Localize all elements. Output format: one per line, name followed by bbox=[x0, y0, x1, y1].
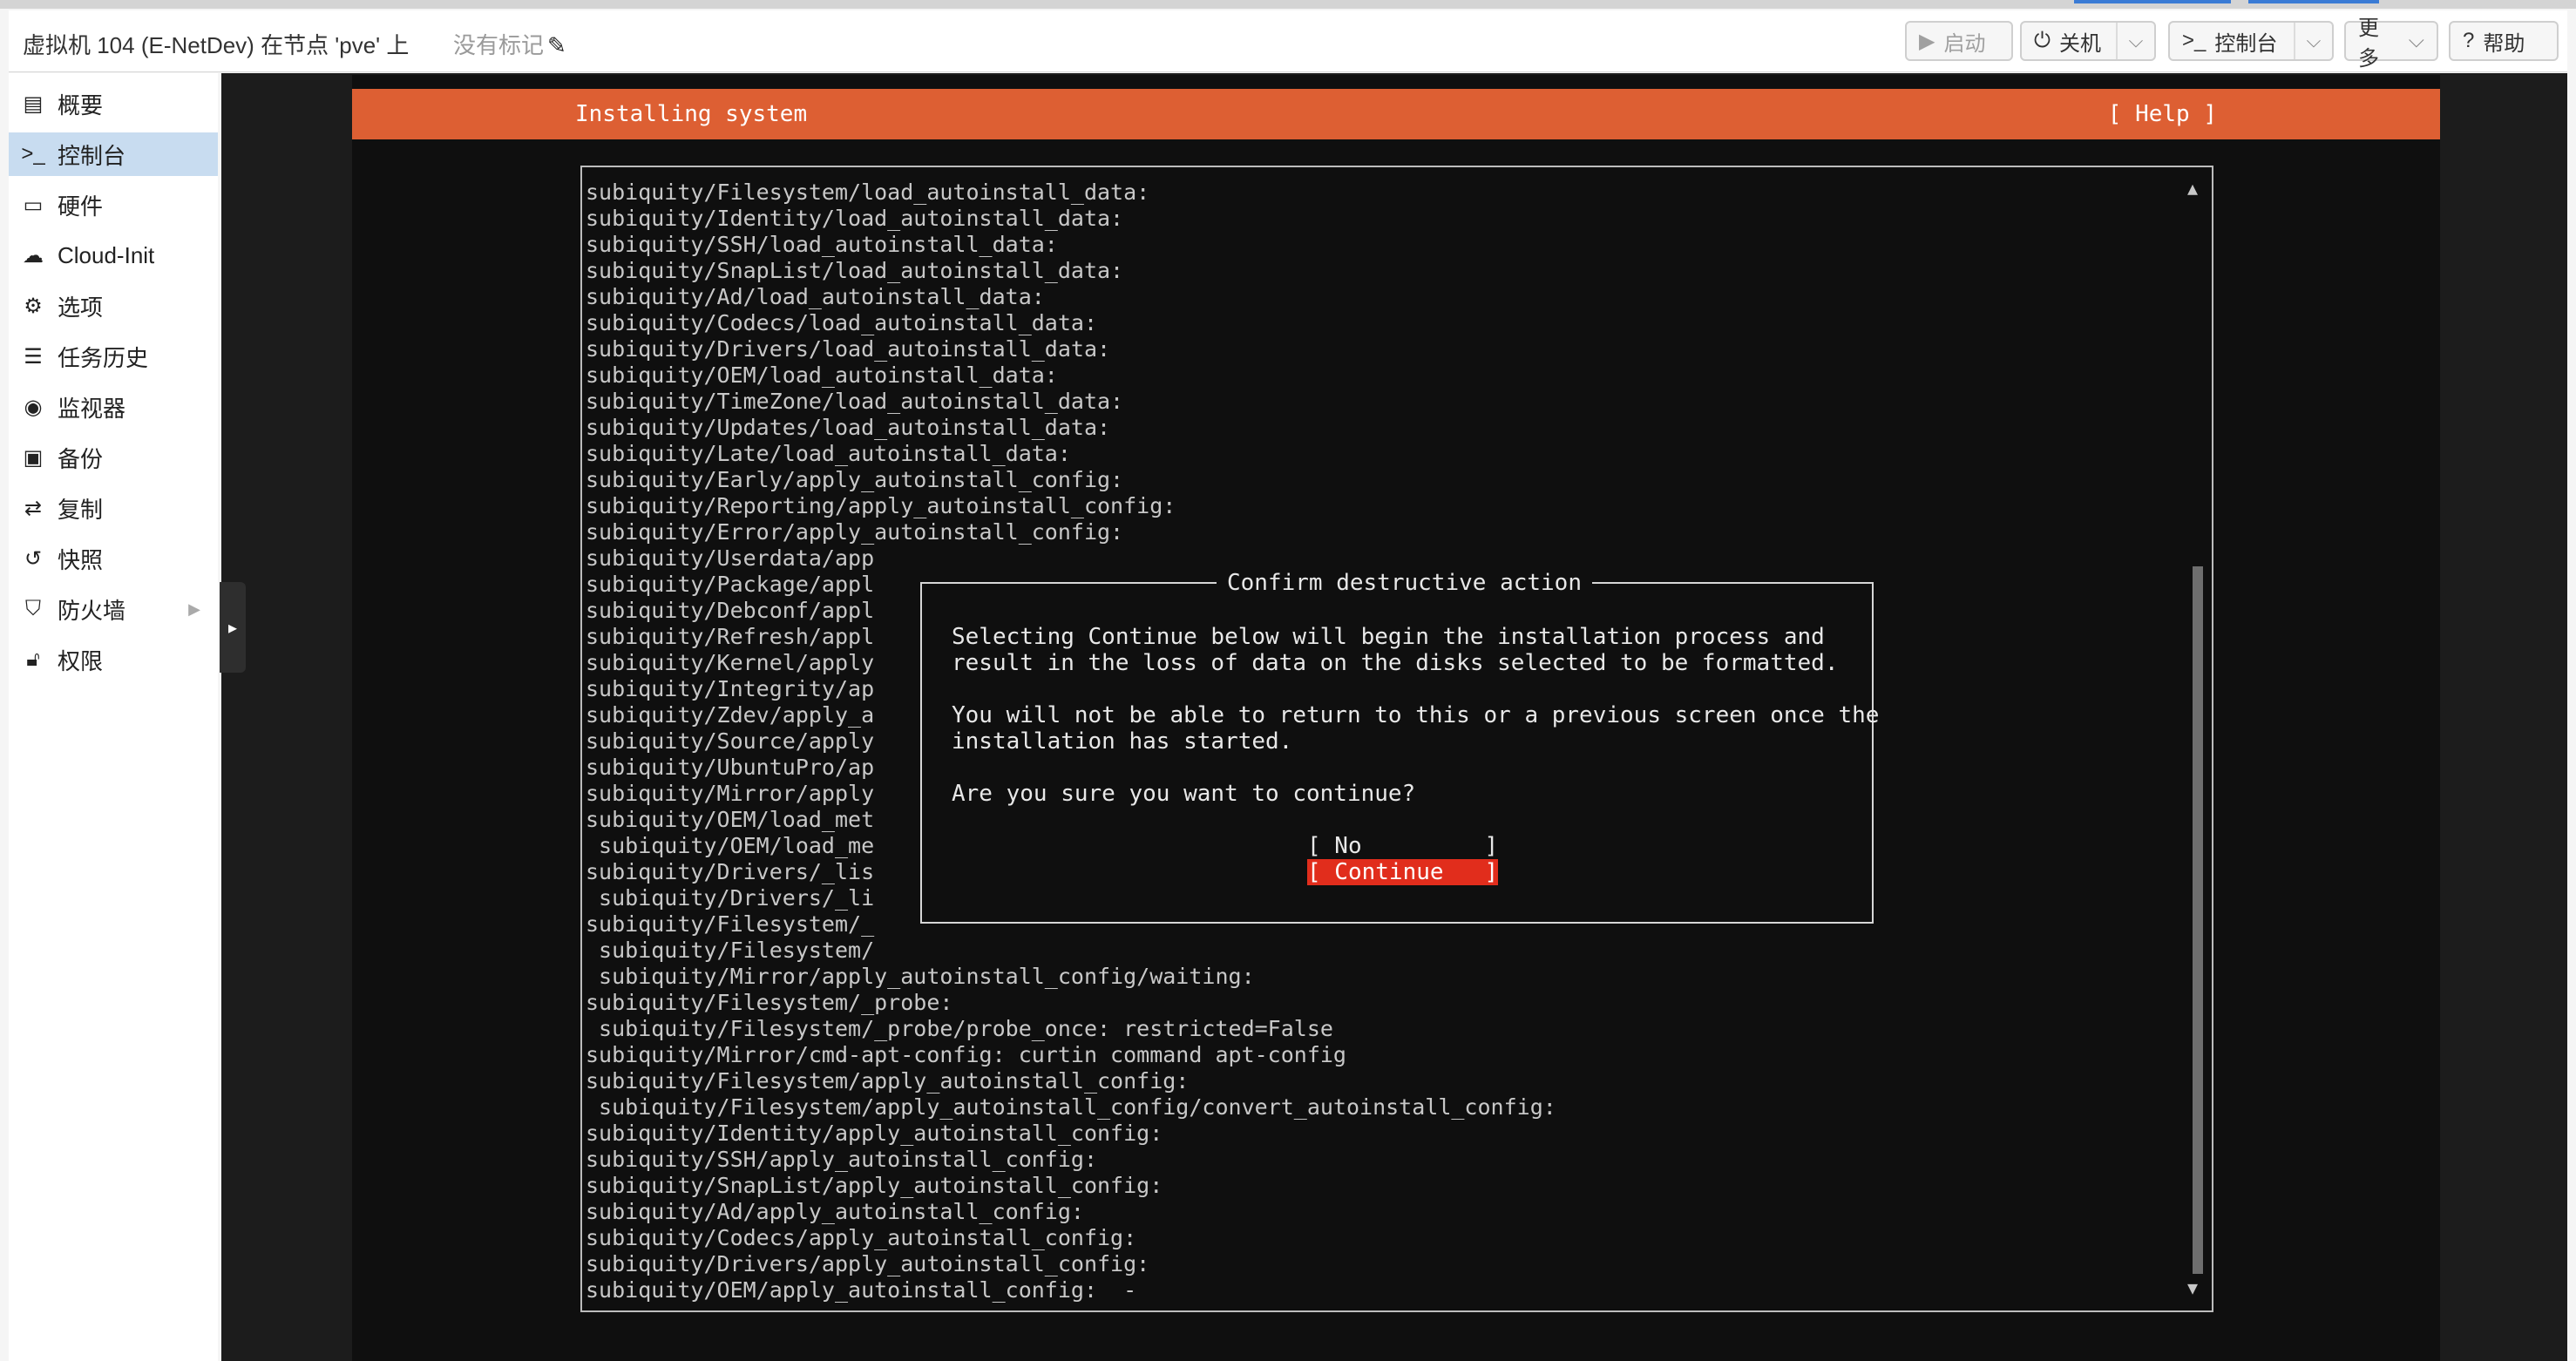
gear-icon: ⚙ bbox=[24, 294, 43, 318]
help-menu[interactable]: [ Help ] bbox=[2108, 101, 2217, 127]
terminal-icon: >_ bbox=[2182, 29, 2207, 52]
cloud-icon: ☁ bbox=[23, 243, 44, 267]
sidebar-item-console[interactable]: >_ 控制台 bbox=[9, 132, 218, 176]
floppy-icon: ▣ bbox=[23, 445, 44, 470]
tags-area[interactable]: 没有标记 ✎ bbox=[453, 28, 566, 60]
sidebar-item-label: 选项 bbox=[58, 294, 104, 321]
browser-top-strip bbox=[0, 0, 2576, 9]
sidebar-item-snapshots[interactable]: ↺ 快照 bbox=[9, 537, 218, 580]
sidebar-item-hardware[interactable]: ▭ 硬件 bbox=[9, 183, 218, 227]
chevron-down-icon: ⌵ bbox=[2408, 29, 2424, 52]
sidebar-item-options[interactable]: ⚙ 选项 bbox=[9, 284, 218, 328]
log-scrollbar[interactable] bbox=[2193, 566, 2203, 1274]
sidebar-item-summary[interactable]: ▤ 概要 bbox=[9, 82, 218, 125]
book-icon: ▤ bbox=[23, 91, 44, 116]
more-label: 更多 bbox=[2358, 17, 2379, 71]
page-title: 虚拟机 104 (E-NetDev) 在节点 'pve' 上 bbox=[23, 32, 410, 58]
question-circle-icon: ? bbox=[2463, 29, 2475, 52]
sidebar-item-label: 防火墙 bbox=[58, 597, 126, 624]
sidebar-item-label: 复制 bbox=[58, 496, 104, 523]
monitor-icon: ▭ bbox=[23, 193, 44, 217]
shutdown-button[interactable]: ⏻ 关机 ⌵ bbox=[2020, 21, 2156, 61]
unlock-icon: 🔓︎ bbox=[26, 647, 40, 671]
sidebar-item-label: 硬件 bbox=[58, 193, 104, 220]
no-button[interactable]: [ No ] bbox=[1307, 833, 1498, 859]
more-button[interactable]: 更多 ⌵ bbox=[2344, 17, 2438, 71]
console-label: 控制台 bbox=[2214, 31, 2278, 56]
installer-title: Installing system bbox=[575, 101, 808, 127]
tags-label: 没有标记 bbox=[453, 32, 545, 58]
dialog-title: Confirm destructive action bbox=[1217, 570, 1592, 596]
top-strip-tab bbox=[2074, 0, 2231, 3]
top-strip-tab bbox=[2248, 0, 2379, 3]
scroll-up-arrow-icon[interactable]: ▲ bbox=[2187, 178, 2198, 199]
caret-right-icon: ▸ bbox=[227, 618, 238, 638]
chevron-down-icon[interactable]: ⌵ bbox=[2294, 23, 2332, 59]
help-label: 帮助 bbox=[2483, 31, 2525, 56]
scroll-down-arrow-icon[interactable]: ▼ bbox=[2187, 1277, 2198, 1298]
shutdown-label: 关机 bbox=[2058, 31, 2101, 56]
sidebar-item-label: 权限 bbox=[58, 647, 104, 674]
chevron-right-icon[interactable]: ▶ bbox=[188, 600, 200, 619]
sidebar-item-backup[interactable]: ▣ 备份 bbox=[9, 436, 218, 479]
sidebar-item-label: 监视器 bbox=[58, 395, 126, 422]
sidebar-collapse-handle[interactable]: ▸ bbox=[220, 582, 246, 673]
start-label: 启动 bbox=[1943, 31, 1986, 56]
retweet-icon: ⇄ bbox=[24, 496, 43, 520]
start-button[interactable]: ▶ 启动 bbox=[1905, 21, 2013, 61]
list-icon: ☰ bbox=[24, 344, 43, 369]
sidebar-item-label: 快照 bbox=[58, 546, 104, 573]
play-icon: ▶ bbox=[1919, 29, 1935, 53]
pencil-icon[interactable]: ✎ bbox=[547, 32, 566, 58]
sidebar-item-cloud-init[interactable]: ☁ Cloud-Init bbox=[9, 234, 218, 277]
sidebar-item-label: 备份 bbox=[58, 445, 104, 472]
sidebar-item-label: Cloud-Init bbox=[58, 241, 155, 268]
sidebar-item-label: 控制台 bbox=[58, 142, 126, 169]
power-icon: ⏻ bbox=[2034, 29, 2051, 52]
sidebar-item-replication[interactable]: ⇄ 复制 bbox=[9, 486, 218, 530]
sidebar-item-task-history[interactable]: ☰ 任务历史 bbox=[9, 335, 218, 378]
sidebar: ▤ 概要 >_ 控制台 ▭ 硬件 ☁ Cloud-Init ⚙ 选项 ☰ 任务历… bbox=[9, 73, 218, 1361]
sidebar-item-label: 任务历史 bbox=[58, 344, 149, 371]
sidebar-item-monitor[interactable]: ◉ 监视器 bbox=[9, 385, 218, 429]
sidebar-item-label: 概要 bbox=[58, 91, 104, 118]
terminal-icon: >_ bbox=[21, 142, 45, 166]
sidebar-item-firewall[interactable]: ⛉ 防火墙 ▶ bbox=[9, 587, 218, 631]
dialog-message: Selecting Continue below will begin the … bbox=[952, 624, 1879, 807]
vm-header-bar: 虚拟机 104 (E-NetDev) 在节点 'pve' 上 没有标记 ✎ ▶ 启… bbox=[9, 10, 2567, 72]
sidebar-item-permissions[interactable]: 🔓︎ 权限 bbox=[9, 638, 218, 681]
shield-icon: ⛉ bbox=[25, 597, 41, 620]
console-button[interactable]: >_ 控制台 ⌵ bbox=[2168, 21, 2334, 61]
continue-button[interactable]: [ Continue ] bbox=[1307, 859, 1499, 885]
installer-header: Installing system [ Help ] bbox=[352, 89, 2440, 139]
history-icon: ↺ bbox=[24, 546, 43, 571]
help-button[interactable]: ? 帮助 bbox=[2449, 21, 2559, 61]
chevron-down-icon[interactable]: ⌵ bbox=[2116, 23, 2154, 59]
eye-icon: ◉ bbox=[24, 395, 43, 419]
